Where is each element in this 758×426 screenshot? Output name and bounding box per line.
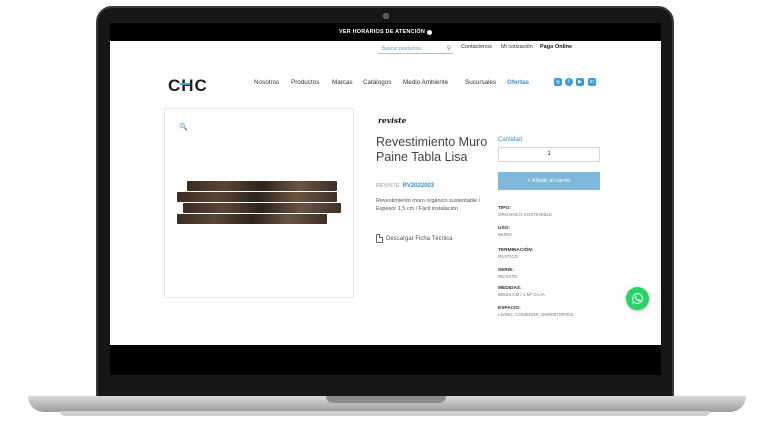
nav-item-medio-ambiente[interactable]: Medio Ambiente <box>403 79 448 86</box>
spec-serie: SERIE: REVISTE <box>498 268 518 279</box>
hours-link[interactable]: VER HORARIOS DE ATENCIÓN <box>339 29 425 35</box>
laptop-hinge-notch <box>326 396 446 403</box>
search-placeholder: Buscar productos... <box>382 45 426 52</box>
brand-logo: reviste <box>378 116 407 125</box>
logo-accent <box>180 83 190 85</box>
product-description: Revestimiento muro orgánico sustentable … <box>376 198 481 212</box>
facebook-icon[interactable]: f <box>565 78 573 86</box>
spec-tipo: TIPO: ORGÁNICO SOSTENIBLE <box>498 206 553 217</box>
screen: VER HORARIOS DE ATENCIÓN Buscar producto… <box>110 23 661 375</box>
nav-item-marcas[interactable]: Marcas <box>332 79 353 86</box>
quote-link[interactable]: Mi cotización <box>501 44 533 50</box>
nav-item-productos[interactable]: Productos <box>291 79 319 86</box>
brand-label: REVISTE <box>376 183 400 189</box>
search-input[interactable]: Buscar productos... ⚲ <box>378 44 453 54</box>
search-icon[interactable]: ⚲ <box>447 45 451 52</box>
contact-link[interactable]: Contáctenos <box>461 44 492 50</box>
hours-topbar[interactable]: VER HORARIOS DE ATENCIÓN <box>110 23 661 41</box>
youtube-icon[interactable]: ▶ <box>576 78 584 86</box>
pdf-icon <box>376 234 383 243</box>
nav-item-nosotros[interactable]: Nosotros <box>254 79 279 86</box>
nav-item-ofertas[interactable]: Ofertas <box>507 79 529 86</box>
screen-bottom-area <box>110 345 661 375</box>
instagram-icon[interactable]: ◎ <box>554 78 562 86</box>
product-title: Revestimiento Muro Paine Tabla Lisa <box>376 135 488 164</box>
whatsapp-icon <box>632 293 643 304</box>
clock-icon <box>427 29 433 35</box>
whatsapp-chat-button[interactable] <box>626 287 649 310</box>
product-image <box>177 181 343 229</box>
download-label[interactable]: Descargar Ficha Técnica <box>386 236 453 242</box>
product-sku: REVISTE RV2022003 <box>376 183 434 189</box>
add-to-cart-button[interactable]: + Añadir al carrito <box>498 172 600 190</box>
linkedin-icon[interactable]: in <box>588 78 596 86</box>
nav-item-catalogos[interactable]: Catálogos <box>363 79 391 86</box>
laptop-shadow <box>60 411 710 416</box>
spec-terminacion: TERMINACIÓN: RÚSTICO <box>498 248 534 259</box>
download-datasheet-link[interactable]: Descargar Ficha Técnica <box>376 234 453 243</box>
sku-code: RV2022003 <box>402 183 435 189</box>
camera-icon <box>383 13 389 19</box>
quantity-input[interactable]: 1 <box>498 147 600 162</box>
spec-uso: USO: MURO <box>498 226 512 237</box>
nav-item-sucursales[interactable]: Sucursales <box>465 79 496 86</box>
site-logo[interactable]: CHC <box>168 76 208 96</box>
quantity-label: Cantidad <box>498 137 523 143</box>
zoom-icon[interactable]: 🔍 <box>179 123 188 131</box>
online-payment-link[interactable]: Pago Online <box>540 44 572 50</box>
spec-espacio: ESPACIO: LIVING, COMEDOR, DORMITORIOS <box>498 306 574 317</box>
product-gallery[interactable]: 🔍 <box>164 108 354 298</box>
spec-medidas: MEDIDAS: 88X24 CM / 1 M² CAJA <box>498 286 545 297</box>
